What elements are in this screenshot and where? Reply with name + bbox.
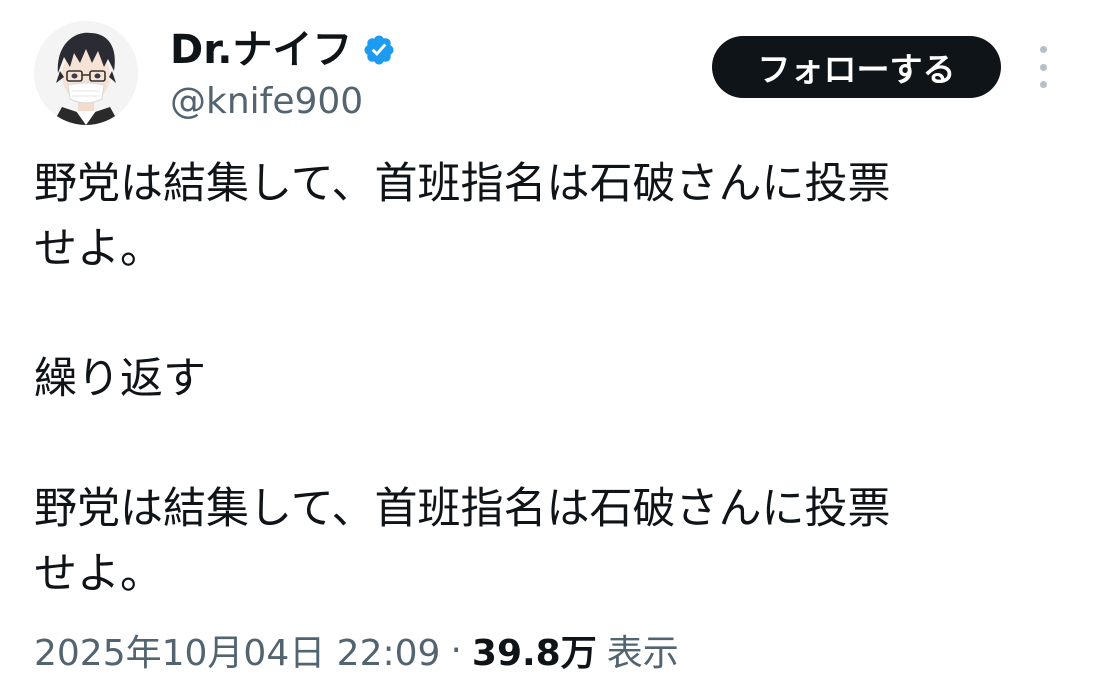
tweet-text-line: せよ。 [34,549,163,599]
tweet-text-line: 野党は結集して、首班指名は石破さんに投票 [34,484,891,534]
tweet-meta: 2025年10月04日 22:09 · 39.8万 表示 [34,622,679,678]
tweet-timestamp[interactable]: 2025年10月04日 22:09 [34,624,440,676]
more-options-icon[interactable] [1028,46,1058,88]
tweet-text-line: 繰り返す [34,354,206,404]
more-options-dot [1039,63,1047,71]
author-display-name[interactable]: Dr.ナイフ [170,22,352,78]
more-options-dot [1039,81,1047,88]
views-label: 表示 [606,633,679,674]
avatar-illustration [34,21,138,125]
follow-button[interactable]: フォローする [712,36,1001,98]
tweet-text-line: 野党は結集して、首班指名は石破さんに投票 [34,159,891,209]
views-count: 39.8万 [471,633,597,674]
tweet-text-line [34,412,1064,477]
more-options-dot [1039,46,1047,53]
author-handle[interactable]: @knife900 [170,78,363,126]
tweet-text-line [34,282,1064,347]
verified-badge-icon [362,33,396,67]
meta-separator: · [450,629,462,671]
tweet-text-line: せよ。 [34,224,163,274]
author-name-row: Dr.ナイフ [170,22,396,78]
avatar[interactable] [34,21,138,125]
tweet-text: 野党は結集して、首班指名は石破さんに投票 せよ。 繰り返す 野党は結集して、首班… [34,152,1064,607]
